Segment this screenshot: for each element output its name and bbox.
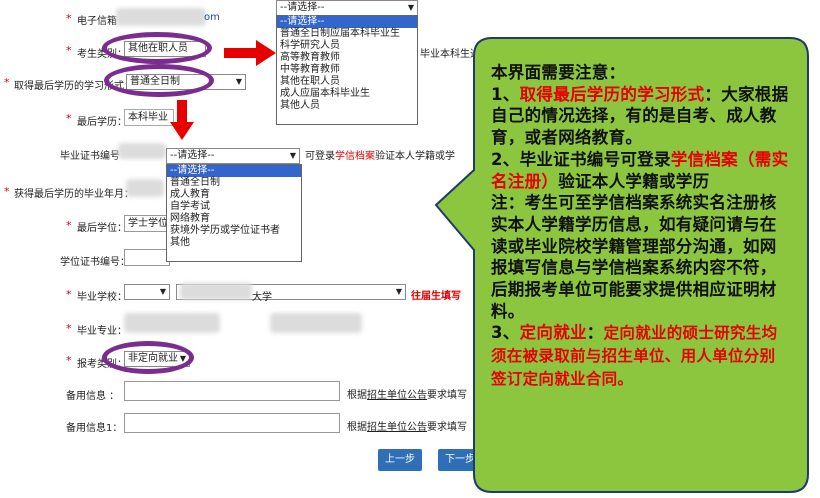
callout-p2-num: 2、毕业证书编号可登录 [491,149,671,169]
callout-text: 本界面需要注意： 1、取得最后学历的学习形式：大家根据自己的情况选择，有的是自考… [491,62,791,391]
callout-point-2: 2、毕业证书编号可登录学信档案（需实名注册）验证本人学籍或学历 [491,149,791,192]
callout-p2-rest: 验证本人学籍或学历 [558,171,710,191]
callout-p3-sep: ： [586,323,604,343]
callout-title: 本界面需要注意： [491,63,626,82]
callout-p3-num: 3、 [491,323,520,343]
callout-note: 注：考生可至学信档案系统实名注册核实本人学籍学历信息，如有疑问请与在读或毕业院校… [491,193,777,321]
callout-point-1: 1、取得最后学历的学习形式：大家根据自己的情况选择，有的是自考、成人教育，或者网… [491,84,791,149]
callout-p1-num: 1、 [491,84,520,104]
callout-p1-highlight: 取得最后学历的学习形式 [519,84,705,104]
callout-p3-highlight: 定向就业 [519,323,587,343]
callout-point-3: 3、定向就业：定向就业的硕士研究生均须在被录取前与招生单位、用人单位分别签订定向… [491,322,791,390]
